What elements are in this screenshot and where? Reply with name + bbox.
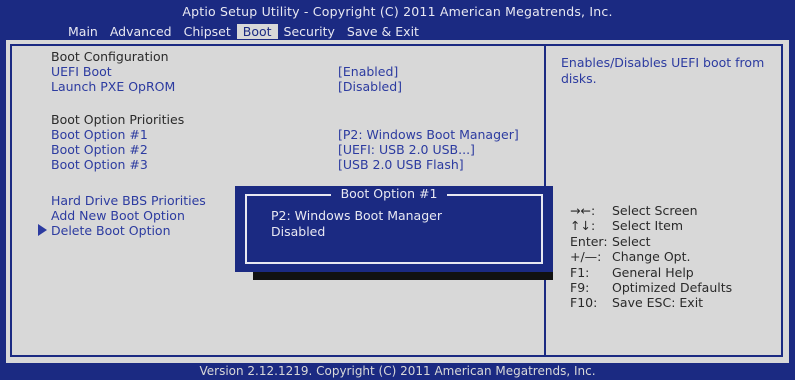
boot-option-3-value[interactable]: [USB 2.0 USB Flash] [338, 157, 464, 172]
key-desc: Select Item [612, 218, 683, 234]
boot-option-3-label[interactable]: Boot Option #3 [51, 157, 148, 172]
tab-chipset[interactable]: Chipset [178, 24, 237, 39]
help-text: Enables/Disables UEFI boot from disks. [561, 55, 765, 86]
key-name: Enter: [570, 233, 608, 249]
section-boot-configuration: Boot Configuration [51, 49, 169, 64]
launch-pxe-value[interactable]: [Disabled] [338, 79, 402, 94]
popup-option-disabled[interactable]: Disabled [271, 224, 325, 239]
key-row: F1: General Help [570, 265, 732, 280]
tab-bar: Main Advanced Chipset Boot Security Save… [62, 24, 425, 39]
tab-boot[interactable]: Boot [236, 24, 278, 39]
key-row: →←: Select Screen [570, 203, 732, 218]
arrows-lr-icon: →←: [570, 203, 596, 218]
tab-main[interactable]: Main [62, 24, 104, 39]
key-desc: Save ESC: Exit [612, 295, 704, 311]
boot-option-2-label[interactable]: Boot Option #2 [51, 142, 148, 157]
add-boot-option-link[interactable]: Add New Boot Option [51, 208, 185, 223]
hard-drive-bbs-link[interactable]: Hard Drive BBS Priorities [51, 193, 206, 208]
key-desc: Select Screen [612, 203, 698, 218]
key-desc: General Help [612, 264, 694, 280]
delete-boot-option-label: Delete Boot Option [51, 223, 171, 238]
arrows-ud-icon: ↑↓: [570, 218, 596, 234]
key-desc: Optimized Defaults [612, 280, 733, 296]
boot-option-2-value[interactable]: [UEFI: USB 2.0 USB...] [338, 142, 475, 157]
uefi-boot-label[interactable]: UEFI Boot [51, 64, 112, 79]
tab-advanced[interactable]: Advanced [104, 24, 178, 39]
popup-title: Boot Option #1 [331, 186, 447, 201]
key-desc: Select [612, 233, 651, 249]
tab-security[interactable]: Security [278, 24, 341, 39]
key-desc: Change Opt. [612, 249, 691, 265]
bios-header: Aptio Setup Utility - Copyright (C) 2011… [0, 0, 795, 40]
boot-option-1-value[interactable]: [P2: Windows Boot Manager] [338, 127, 519, 142]
key-row: F10: Save ESC: Exit [570, 295, 732, 310]
section-boot-priorities: Boot Option Priorities [51, 112, 185, 127]
delete-boot-option-row[interactable]: Delete Boot Option [38, 223, 171, 238]
tab-save-exit[interactable]: Save & Exit [341, 24, 425, 39]
key-row: Enter: Select [570, 234, 732, 249]
submenu-arrow-icon [38, 224, 47, 236]
launch-pxe-label[interactable]: Launch PXE OpROM [51, 79, 175, 94]
key-name: F1: [570, 264, 590, 280]
key-row: ↑↓: Select Item [570, 218, 732, 233]
key-legend: →←: Select Screen ↑↓: Select Item Enter: Se… [570, 203, 732, 311]
boot-option-1-label[interactable]: Boot Option #1 [51, 127, 148, 142]
key-name: +/—: [570, 249, 602, 265]
key-row: F9: Optimized Defaults [570, 280, 732, 295]
key-name: F9: [570, 280, 590, 296]
key-name: F10: [570, 295, 598, 311]
uefi-boot-value[interactable]: [Enabled] [338, 64, 398, 79]
version-footer: Version 2.12.1219. Copyright (C) 2011 Am… [0, 363, 795, 379]
popup-option-windows[interactable]: P2: Windows Boot Manager [271, 208, 442, 223]
key-row: +/—: Change Opt. [570, 249, 732, 264]
bios-title: Aptio Setup Utility - Copyright (C) 2011… [182, 4, 613, 19]
